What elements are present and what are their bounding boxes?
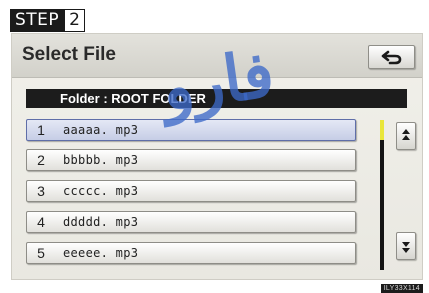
file-row-4[interactable]: 4 ddddd. mp3 [26,211,356,233]
file-row-3[interactable]: 3 ccccc. mp3 [26,180,356,202]
file-row-2[interactable]: 2 bbbbb. mp3 [26,149,356,171]
folder-bar: Folder : ROOT FOLDER [26,89,407,108]
file-number: 3 [37,183,45,199]
file-number: 5 [37,245,45,261]
step-indicator: STEP 2 [10,9,85,32]
step-label: STEP [10,9,65,32]
file-number: 2 [37,152,45,168]
file-name: eeeee. mp3 [63,246,139,260]
step-number: 2 [64,9,85,32]
screen-header: Select File [12,34,422,78]
screen-title: Select File [22,44,116,65]
scrollbar-thumb[interactable] [380,120,384,140]
file-name: ddddd. mp3 [63,215,139,229]
file-row-5[interactable]: 5 eeeee. mp3 [26,242,356,264]
file-number: 4 [37,214,45,230]
back-button[interactable] [368,45,415,69]
select-file-screen: Select File Folder : ROOT FOLDER 1 aaaaa… [11,33,423,280]
file-number: 1 [37,122,45,138]
scroll-down-button[interactable] [396,232,416,260]
double-arrow-up-icon [402,129,410,140]
file-name: aaaaa. mp3 [63,123,139,137]
file-name: ccccc. mp3 [63,184,139,198]
file-row-1[interactable]: 1 aaaaa. mp3 [26,119,356,141]
image-code: ILY33X114 [380,284,423,293]
file-name: bbbbb. mp3 [63,153,139,167]
scroll-up-button[interactable] [396,122,416,150]
return-arrow-icon [381,50,401,65]
scrollbar-track[interactable] [380,120,384,270]
double-arrow-down-icon [402,242,410,253]
